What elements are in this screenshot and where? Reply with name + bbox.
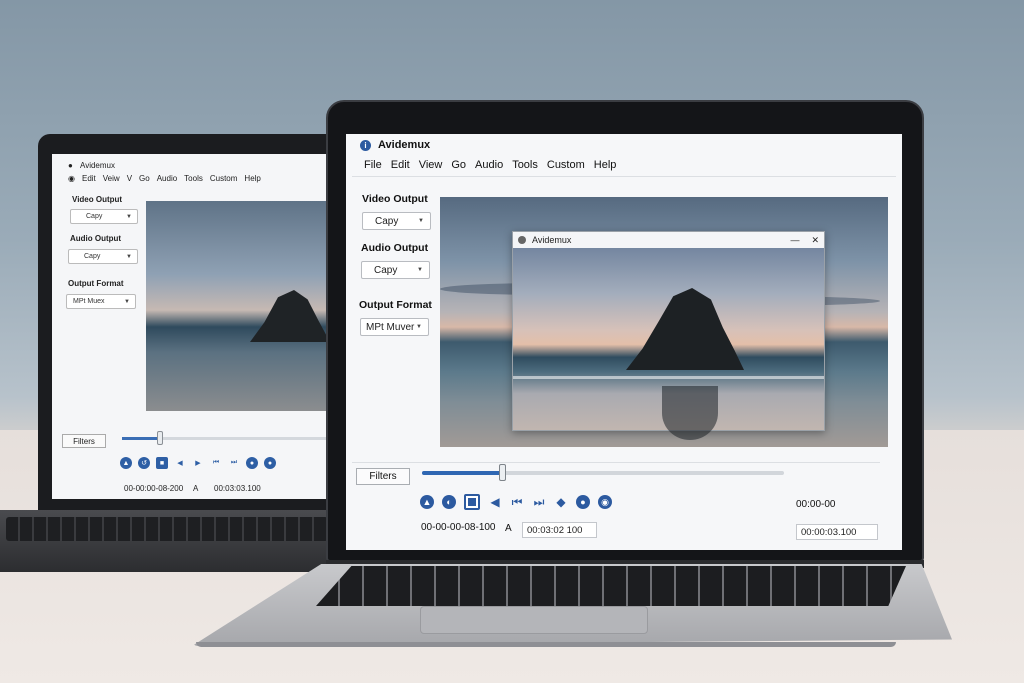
previous-frame-icon[interactable]: ◀ [174,457,186,469]
next-keyframe-icon[interactable]: ⏭ [532,495,546,509]
menu-file[interactable]: File [364,159,382,171]
marker-a-time-field[interactable]: 00:03:02 100 [522,522,597,538]
controls-divider [352,462,880,463]
menu-custom[interactable]: Custom [547,159,585,171]
set-marker-a-icon[interactable]: ● [246,457,258,469]
minimize-icon[interactable]: — [790,235,799,245]
menu-audio[interactable]: Audio [475,159,503,171]
back-audio-output-value: Capy [84,253,100,260]
playback-controls: ▲ ◐ ◀ ⏮ ⏭ ◆ ● ◉ [420,494,612,510]
back-menu-v[interactable]: V [127,174,132,183]
set-marker-a-icon[interactable]: ● [576,495,590,509]
back-output-format-value: MPt Muex [73,298,105,305]
front-laptop-keyboard [316,566,906,606]
back-menu-edit[interactable]: Edit [82,174,96,183]
chevron-down-icon: ▼ [417,267,423,273]
window-titlebar: i Avidemux [360,139,430,151]
app-logo-icon: i [360,140,371,151]
back-audio-output-label: Audio Output [70,234,121,243]
window-title: Avidemux [378,139,430,151]
back-marker-a-time: 00:03:03.100 [214,484,261,493]
back-menu-logo-icon[interactable]: ◉ [68,174,75,183]
back-audio-output-select[interactable]: Capy ▼ [68,249,138,264]
audio-output-label: Audio Output [361,242,428,254]
marker-a-label: A [505,523,512,534]
go-to-marker-icon[interactable]: ◆ [554,495,568,509]
back-menu-bar: ◉ Edit Veiw V Go Audio Tools Custom Help [68,174,261,183]
timeline-knob[interactable] [499,464,506,481]
stop-icon[interactable] [464,494,480,510]
back-menu-go[interactable]: Go [139,174,150,183]
back-app-title: Avidemux [80,161,115,170]
close-icon[interactable]: ✕ [811,235,819,246]
back-video-preview [146,201,342,411]
chevron-down-icon: ▼ [124,299,130,305]
video-output-value: Capy [375,216,398,227]
front-laptop-trackpad [420,606,648,634]
time-display-right: 00:00-00 [796,499,835,510]
preview-window-title: Avidemux [532,235,778,245]
play-icon[interactable]: ▲ [420,495,434,509]
previous-keyframe-icon[interactable]: ⏮ [210,457,222,469]
menu-help[interactable]: Help [594,159,617,171]
back-menu-custom[interactable]: Custom [210,174,238,183]
audio-output-select[interactable]: Capy ▼ [361,261,430,279]
chevron-down-icon: ▼ [126,214,132,220]
filters-button[interactable]: Filters [356,468,410,485]
play-icon[interactable]: ▲ [120,457,132,469]
back-marker-a-label: A [193,484,198,493]
video-output-label: Video Output [362,193,428,205]
chevron-down-icon: ▼ [416,324,422,330]
chevron-down-icon: ▼ [418,218,424,224]
stop-icon[interactable]: ■ [156,457,168,469]
marker-a-time: 00:03:02 100 [527,525,582,536]
preview-window-titlebar[interactable]: Avidemux — ✕ [513,232,824,248]
back-playback-controls: ▲ ↺ ■ ◀ ▶ ⏮ ⏭ ● ● [120,457,276,469]
current-time: 00-00-00-08-100 [421,522,496,533]
menu-view[interactable]: View [419,159,443,171]
back-timeline-progress [122,437,160,440]
output-format-select[interactable]: MPt Muver ▼ [360,318,429,336]
audio-output-value: Capy [374,265,397,276]
total-time-field[interactable]: 00:00:03.100 [796,524,878,540]
back-app-icon: ● [68,161,73,170]
next-keyframe-icon[interactable]: ⏭ [228,457,240,469]
back-timeline-knob[interactable] [157,431,163,445]
chevron-down-icon: ▼ [126,254,132,260]
back-menu-view[interactable]: Veiw [103,174,120,183]
back-output-format-select[interactable]: MPt Muex ▼ [66,294,136,309]
back-menu-help[interactable]: Help [244,174,260,183]
back-output-format-label: Output Format [68,279,124,288]
set-marker-b-icon[interactable]: ● [264,457,276,469]
preview-window-app-icon [518,236,526,244]
back-current-time: 00-00:00-08-200 [124,484,183,493]
video-output-select[interactable]: Capy ▼ [362,212,431,230]
previous-frame-icon[interactable]: ◀ [488,495,502,509]
back-video-output-value: Capy [86,213,102,220]
menu-edit[interactable]: Edit [391,159,410,171]
rewind-icon[interactable]: ↺ [138,457,150,469]
menu-go[interactable]: Go [451,159,466,171]
output-format-label: Output Format [359,299,432,311]
back-laptop-keyboard [6,517,328,541]
back-filters-button[interactable]: Filters [62,434,106,448]
back-menu-audio[interactable]: Audio [157,174,177,183]
preview-rock-reflection [662,386,718,440]
front-laptop-base-edge [196,642,896,647]
set-marker-b-icon[interactable]: ◉ [598,495,612,509]
output-format-value: MPt Muver [366,322,414,333]
rewind-icon[interactable]: ◐ [442,495,456,509]
menu-divider [352,176,896,177]
back-video-output-label: Video Output [72,195,122,204]
next-frame-icon[interactable]: ▶ [192,457,204,469]
preview-wave [513,376,824,379]
timeline-progress [422,471,503,475]
previous-keyframe-icon[interactable]: ⏮ [510,495,524,509]
menu-tools[interactable]: Tools [512,159,538,171]
back-menu-tools[interactable]: Tools [184,174,203,183]
back-video-output-select[interactable]: Capy ▼ [70,209,138,224]
menu-bar: File Edit View Go Audio Tools Custom Hel… [364,159,616,171]
total-time: 00:00:03.100 [801,527,856,538]
